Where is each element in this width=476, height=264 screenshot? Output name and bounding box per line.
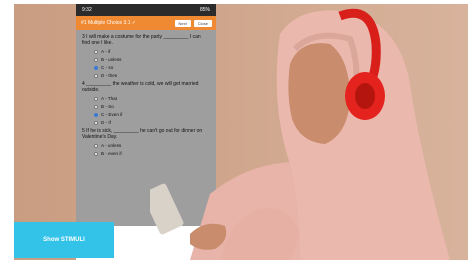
radio-button-selected[interactable] xyxy=(94,65,98,70)
held-phone xyxy=(150,183,184,235)
radio-button[interactable] xyxy=(94,143,98,148)
radio-button[interactable] xyxy=(94,73,98,78)
option-label: B - unless xyxy=(101,57,122,62)
radio-button[interactable] xyxy=(94,49,98,54)
status-time: 9:32 xyxy=(82,7,92,13)
option-label: B - even if xyxy=(101,151,122,156)
radio-button-selected[interactable] xyxy=(94,112,98,117)
radio-button[interactable] xyxy=(94,120,98,125)
option-label: D - then xyxy=(101,73,118,78)
radio-button[interactable] xyxy=(94,57,98,62)
radio-button[interactable] xyxy=(94,151,98,156)
option-label: A - if xyxy=(101,49,111,54)
app-title: #1 Multiple Choice 3.1 ✓ xyxy=(81,20,137,26)
option-label: A - That xyxy=(101,96,118,101)
option-label: D - If xyxy=(101,120,111,125)
woman-with-headphones-photo xyxy=(150,8,450,260)
option-label: B - So xyxy=(101,104,114,109)
radio-button[interactable] xyxy=(94,96,98,101)
option-label: C - Even if xyxy=(101,112,123,117)
option-label: C - so xyxy=(101,65,114,70)
show-stimuli-button[interactable]: Show STIMULI xyxy=(14,222,114,258)
option-label: A - unless xyxy=(101,143,122,148)
radio-button[interactable] xyxy=(94,104,98,109)
